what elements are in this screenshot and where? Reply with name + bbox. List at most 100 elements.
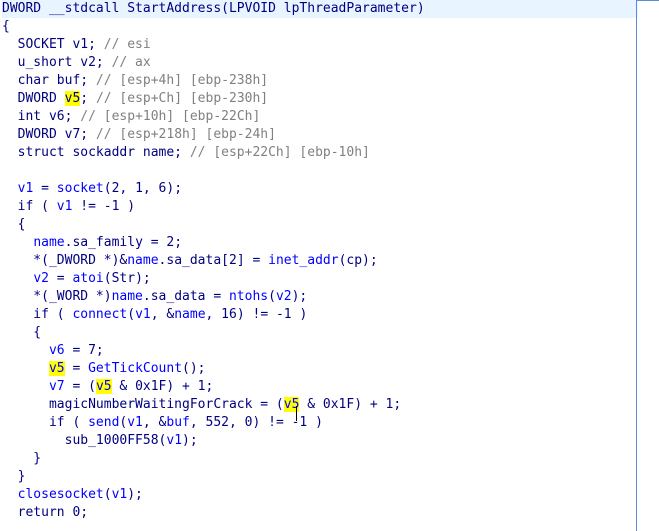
code-text: (cp); [338, 253, 378, 268]
code-line[interactable]: v1 = socket(2, 1, 6); [2, 180, 182, 198]
code-line[interactable]: SOCKET v1; // esi [2, 36, 151, 54]
code-line[interactable]: sub_1000FF58(v1); [2, 432, 198, 450]
code-line[interactable]: } [2, 468, 26, 486]
code-text: if ( [2, 307, 73, 322]
code-text: = [33, 181, 57, 196]
code-text: ( [268, 289, 276, 304]
code-text: (Str); [103, 271, 151, 286]
code-line[interactable]: int v6; // [esp+10h] [ebp-22Ch] [2, 108, 261, 126]
code-line[interactable]: if ( connect(v1, &name, 16) != -1 ) [2, 306, 307, 324]
code-text: (); [182, 361, 206, 376]
code-line[interactable]: char buf; // [esp+4h] [ebp-238h] [2, 72, 268, 90]
code-line[interactable]: v6 = 7; [2, 342, 104, 360]
code-text: SOCKET v1; [2, 37, 104, 52]
code-identifier[interactable]: v5 [48, 361, 65, 376]
code-comment: // [esp+22Ch] [ebp-10h] [189, 145, 370, 160]
code-line[interactable]: magicNumberWaitingForCrack = (v5 & 0x1F)… [2, 396, 401, 414]
code-line[interactable]: name.sa_family = 2; [2, 234, 182, 252]
code-function-name[interactable]: atoi [72, 271, 103, 286]
code-identifier[interactable]: v5 [283, 397, 300, 412]
code-text: DWORD __stdcall StartAddress(LPVOID lpTh… [2, 1, 425, 16]
code-identifier[interactable]: v1 [18, 181, 34, 196]
code-identifier[interactable]: v1 [135, 307, 151, 322]
code-line[interactable]: u_short v2; // ax [2, 54, 151, 72]
code-line[interactable]: { [2, 324, 41, 342]
code-text: { [2, 217, 26, 232]
code-identifier[interactable]: name [174, 307, 205, 322]
code-text: DWORD [2, 91, 65, 106]
code-text: .sa_family = 2; [64, 235, 183, 250]
code-line[interactable]: DWORD v5; // [esp+Ch] [ebp-230h] [2, 90, 268, 108]
code-identifier[interactable]: v2 [276, 289, 292, 304]
code-text: return 0; [2, 505, 89, 520]
text-caret [296, 406, 297, 421]
code-line[interactable]: return 0; [2, 504, 88, 522]
code-line[interactable]: v5 = GetTickCount(); [2, 360, 206, 378]
code-line[interactable]: v2 = atoi(Str); [2, 270, 151, 288]
code-function-name[interactable]: GetTickCount [88, 361, 182, 376]
code-text: , & [142, 415, 167, 430]
code-text: , 552, 0) != -1 ) [189, 415, 323, 430]
code-comment: // [esp+218h] [ebp-24h] [95, 127, 276, 142]
code-text: = ( [64, 379, 96, 394]
code-text: if ( [2, 415, 89, 430]
code-text: , & [150, 307, 175, 322]
code-line[interactable]: if ( v1 != -1 ) [2, 198, 135, 216]
code-text: ( [127, 307, 136, 322]
code-line[interactable]: { [2, 216, 26, 234]
pseudocode-view[interactable]: DWORD __stdcall StartAddress(LPVOID lpTh… [0, 0, 659, 531]
code-function-name[interactable]: connect [72, 307, 127, 322]
code-identifier[interactable]: v1 [57, 199, 73, 214]
code-text: if ( [2, 199, 57, 214]
code-text: { [2, 19, 10, 34]
code-identifier[interactable]: v1 [166, 433, 182, 448]
code-identifier[interactable]: v2 [33, 271, 49, 286]
code-identifier[interactable]: v7 [49, 379, 65, 394]
code-identifier[interactable]: v5 [64, 91, 81, 106]
code-identifier[interactable]: v6 [49, 343, 65, 358]
code-text: DWORD v7; [2, 127, 96, 142]
code-text: & 0x1F) + 1; [299, 397, 402, 412]
code-text: = [64, 361, 89, 376]
code-text: != -1 ) [72, 199, 136, 214]
code-line[interactable]: { [2, 18, 10, 36]
code-text: ); [182, 433, 198, 448]
code-function-name[interactable]: socket [57, 181, 104, 196]
code-line[interactable]: closesocket(v1); [2, 486, 143, 504]
code-line[interactable]: *(_DWORD *)&name.sa_data[2] = inet_addr(… [2, 252, 378, 270]
code-identifier[interactable]: name [112, 289, 143, 304]
code-line[interactable]: struct sockaddr name; // [esp+22Ch] [ebp… [2, 144, 370, 162]
code-identifier[interactable]: name [33, 235, 64, 250]
code-text: .sa_data[2] = [158, 253, 269, 268]
code-line[interactable]: *(_WORD *)name.sa_data = ntohs(v2); [2, 288, 307, 306]
code-text: ; [80, 91, 96, 106]
code-line[interactable]: if ( send(v1, &buf, 552, 0) != -1 ) [2, 414, 323, 432]
code-identifier[interactable]: v1 [127, 415, 143, 430]
code-text: { [2, 325, 42, 340]
code-function-name[interactable]: inet_addr [268, 253, 338, 268]
code-line[interactable]: v7 = (v5 & 0x1F) + 1; [2, 378, 213, 396]
code-identifier[interactable]: name [127, 253, 158, 268]
code-function-name[interactable]: send [88, 415, 119, 430]
code-function-name[interactable]: ntohs [229, 289, 268, 304]
code-line[interactable]: DWORD __stdcall StartAddress(LPVOID lpTh… [2, 0, 638, 18]
code-text: .sa_data = [142, 289, 229, 304]
code-identifier[interactable]: v5 [95, 379, 112, 394]
code-text: & 0x1F) + 1; [111, 379, 214, 394]
code-text: , 16) != -1 ) [205, 307, 308, 322]
code-identifier[interactable]: buf [166, 415, 189, 430]
code-text: (2, 1, 6); [103, 181, 183, 196]
code-text: ( [103, 487, 112, 502]
code-line[interactable]: DWORD v7; // [esp+218h] [ebp-24h] [2, 126, 276, 144]
code-identifier[interactable]: v1 [112, 487, 128, 502]
code-comment: // [esp+4h] [ebp-238h] [95, 73, 269, 88]
code-text: char buf; [2, 73, 96, 88]
code-line[interactable]: } [2, 450, 41, 468]
code-comment: // [esp+Ch] [ebp-230h] [95, 91, 269, 106]
code-function-name[interactable]: closesocket [18, 487, 104, 502]
